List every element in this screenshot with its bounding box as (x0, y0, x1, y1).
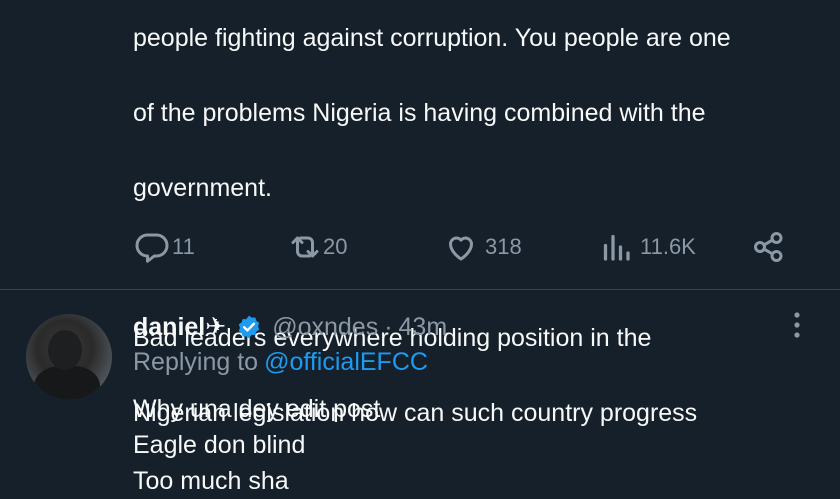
views-count: 11.6K (640, 234, 696, 259)
like-button[interactable]: 318 (443, 225, 522, 269)
reply-text-line: Too much sha (133, 467, 289, 495)
like-icon (443, 229, 479, 265)
replying-to-mention[interactable]: @officialEFCC (264, 348, 428, 376)
separator-dot: · (384, 312, 393, 341)
reply-header: daniel✈ @oxndes · 43m (133, 310, 447, 344)
reply-button[interactable]: 11 (134, 225, 195, 269)
avatar-figure-head (48, 330, 82, 370)
more-icon[interactable] (782, 308, 812, 342)
reply-text-line: Eagle don blind (133, 431, 306, 459)
replying-to: Replying to @officialEFCC (133, 348, 428, 377)
avatar[interactable] (26, 314, 112, 400)
reply-text-line: Why una dey edit post (133, 395, 381, 423)
like-count: 318 (485, 234, 522, 259)
share-button[interactable] (751, 225, 787, 269)
reply-icon (134, 229, 170, 265)
replying-prefix: Replying to (133, 348, 259, 376)
views-button[interactable]: 11.6K (598, 225, 696, 269)
display-name[interactable]: daniel✈ (133, 312, 226, 342)
repost-count: 20 (323, 234, 348, 259)
reply-count: 11 (172, 234, 195, 259)
views-icon (598, 229, 634, 265)
tweet-text-line: of the problems Nigeria is having combin… (133, 98, 706, 127)
reply-text: Why una dey edit post Eagle don blind To… (133, 391, 380, 499)
handle[interactable]: @oxndes (272, 313, 378, 342)
share-icon (751, 229, 787, 265)
tweet-text-line: people fighting against corruption. You … (133, 23, 731, 52)
repost-icon (287, 229, 323, 265)
reply-tweet[interactable]: daniel✈ @oxndes · 43m Replying to @offici… (0, 290, 840, 495)
tweet-text-line: government. (133, 173, 272, 202)
tweet-actions: 11 20 318 11.6K (0, 225, 840, 269)
avatar-figure-body (34, 366, 100, 400)
verified-badge-icon (236, 314, 262, 340)
repost-button[interactable]: 20 (287, 225, 347, 269)
timestamp[interactable]: 43m (399, 313, 448, 342)
main-tweet: people fighting against corruption. You … (0, 0, 840, 427)
